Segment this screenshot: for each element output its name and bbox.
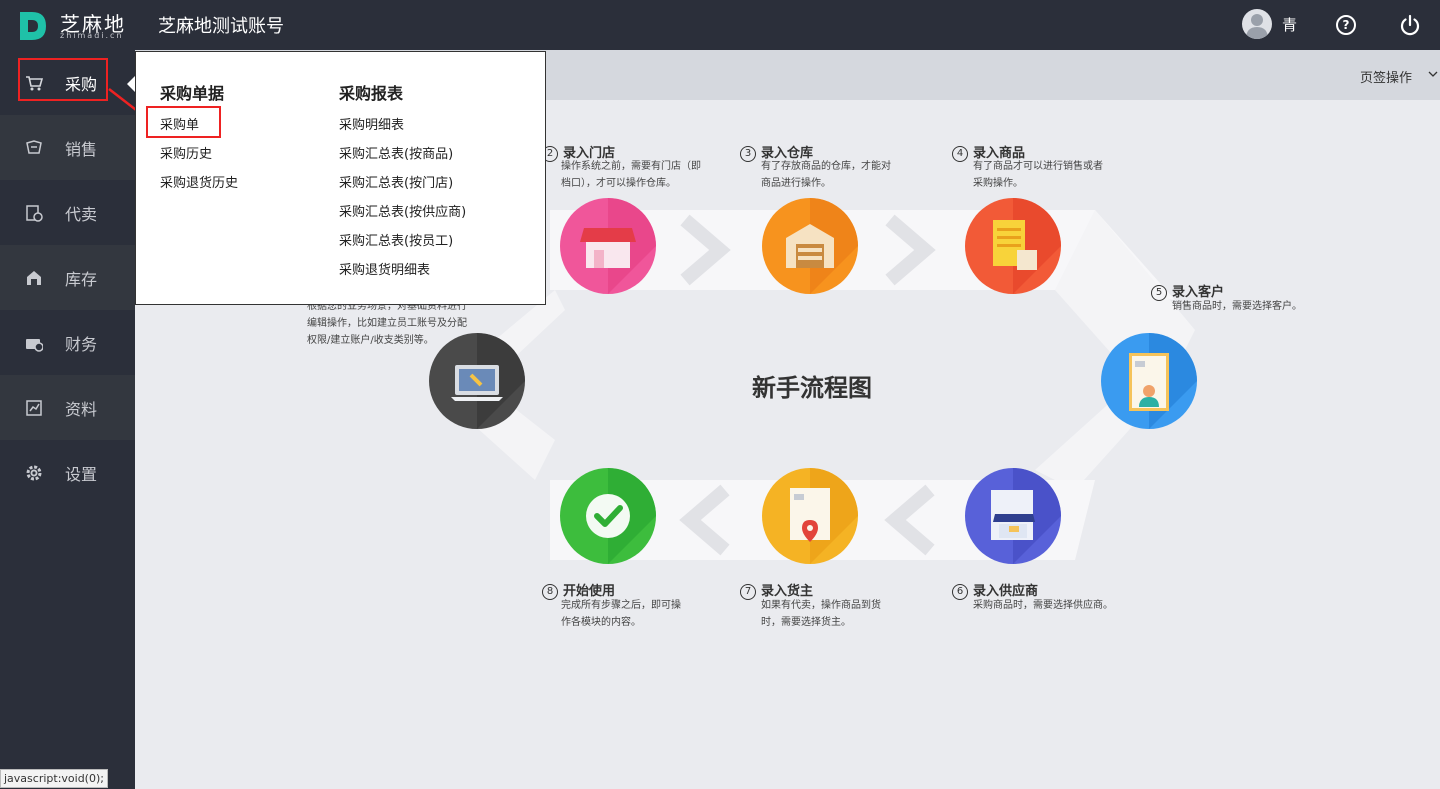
sidebar: 采购 销售 代卖 库存 财务 资料 设置: [0, 50, 135, 789]
step-5-description: 销售商品时，需要选择客户。: [1172, 301, 1302, 312]
warehouse-icon: [786, 198, 858, 294]
step-8-circle[interactable]: [560, 468, 656, 564]
check-icon: [586, 468, 656, 564]
sale-icon: [26, 140, 42, 154]
dropdown-section-reports: 采购报表: [339, 84, 404, 103]
step-4-description: 有了商品才可以进行销售或者 采购操作。: [973, 161, 1103, 189]
step-3-circle[interactable]: [762, 198, 858, 294]
logo[interactable]: 芝麻地 zhimadi.cn: [18, 10, 128, 42]
sidebar-item-data[interactable]: 资料: [0, 375, 135, 440]
menu-item-purchase-history[interactable]: 采购历史: [160, 143, 212, 162]
warehouse-icon: [27, 271, 41, 285]
step-number: 7: [740, 584, 756, 600]
logo-icon: [20, 12, 46, 40]
owner-icon: [790, 468, 858, 564]
cart-icon: [26, 76, 43, 91]
tab-ops-button[interactable]: 页签操作: [1360, 67, 1440, 86]
customer-icon: [1129, 333, 1197, 429]
step-2-circle[interactable]: [560, 198, 656, 294]
data-icon: [26, 400, 42, 416]
step-number: 6: [952, 584, 968, 600]
tab-ops-label: 页签操作: [1360, 71, 1413, 86]
step-3-description: 有了存放商品的仓库，才能对 商品进行操作。: [761, 161, 891, 189]
user-icon: [1246, 14, 1268, 39]
finance-icon: [26, 339, 43, 352]
sidebar-item-consign[interactable]: 代卖: [0, 180, 135, 245]
power-icon[interactable]: [1399, 14, 1421, 36]
step-2-description: 操作系统之前，需要有门店（即 档口），才可以操作仓库。: [561, 161, 701, 189]
step-1-circle[interactable]: [429, 333, 525, 429]
chevron-down-icon: [1428, 71, 1438, 77]
gear-icon: [26, 465, 42, 481]
store-icon: [580, 198, 656, 294]
step-5-circle[interactable]: [1101, 333, 1197, 429]
laptop-icon: [451, 333, 525, 429]
menu-item-summary-by-supplier[interactable]: 采购汇总表(按供应商): [339, 201, 466, 220]
logo-subtext: zhimadi.cn: [60, 31, 124, 40]
step-number: 3: [740, 146, 756, 162]
sidebar-item-label: 设置: [65, 465, 98, 484]
sidebar-item-label: 财务: [65, 335, 98, 354]
top-bar: 芝麻地 zhimadi.cn 芝麻地测试账号 青 ?: [0, 0, 1440, 50]
sidebar-item-settings[interactable]: 设置: [0, 440, 135, 505]
dropdown-section-documents: 采购单据: [160, 84, 225, 103]
product-icon: [993, 198, 1061, 294]
step-number: 5: [1151, 285, 1167, 301]
sidebar-item-finance[interactable]: 财务: [0, 310, 135, 375]
sidebar-item-label: 资料: [65, 400, 98, 419]
status-bar-url: javascript:void(0);: [0, 769, 108, 788]
consign-icon: [26, 205, 43, 222]
menu-item-return-detail-report[interactable]: 采购退货明细表: [339, 259, 430, 278]
sidebar-item-label: 采购: [65, 75, 98, 94]
user-name[interactable]: 青: [1282, 14, 1297, 35]
menu-item-summary-by-product[interactable]: 采购汇总表(按商品): [339, 143, 453, 162]
step-8-description: 完成所有步骤之后，即可操 作各模块的内容。: [561, 600, 681, 628]
step-number: 4: [952, 146, 968, 162]
supplier-icon: [991, 468, 1061, 564]
avatar[interactable]: [1242, 9, 1272, 39]
sidebar-item-label: 代卖: [65, 205, 98, 224]
step-7-description: 如果有代卖，操作商品到货 时，需要选择货主。: [761, 600, 881, 628]
highlight-box: [146, 106, 221, 138]
sidebar-item-label: 销售: [65, 140, 98, 159]
flow-title: 新手流程图: [752, 374, 872, 402]
purchase-dropdown-menu: 采购单据 采购单 采购历史 采购退货历史 采购报表 采购明细表 采购汇总表(按商…: [135, 51, 546, 305]
step-number: 8: [542, 584, 558, 600]
step-7-circle[interactable]: [762, 468, 858, 564]
step-4-circle[interactable]: [965, 198, 1061, 294]
menu-item-summary-by-store[interactable]: 采购汇总表(按门店): [339, 172, 453, 191]
menu-item-summary-by-employee[interactable]: 采购汇总表(按员工): [339, 230, 453, 249]
sidebar-item-inventory[interactable]: 库存: [0, 245, 135, 310]
menu-item-detail-report[interactable]: 采购明细表: [339, 114, 404, 133]
help-icon[interactable]: ?: [1336, 15, 1356, 35]
sidebar-item-label: 库存: [65, 270, 98, 289]
account-title: 芝麻地测试账号: [158, 16, 284, 37]
step-6-circle[interactable]: [965, 468, 1061, 564]
step-6-description: 采购商品时，需要选择供应商。: [973, 600, 1113, 611]
menu-item-return-history[interactable]: 采购退货历史: [160, 172, 238, 191]
